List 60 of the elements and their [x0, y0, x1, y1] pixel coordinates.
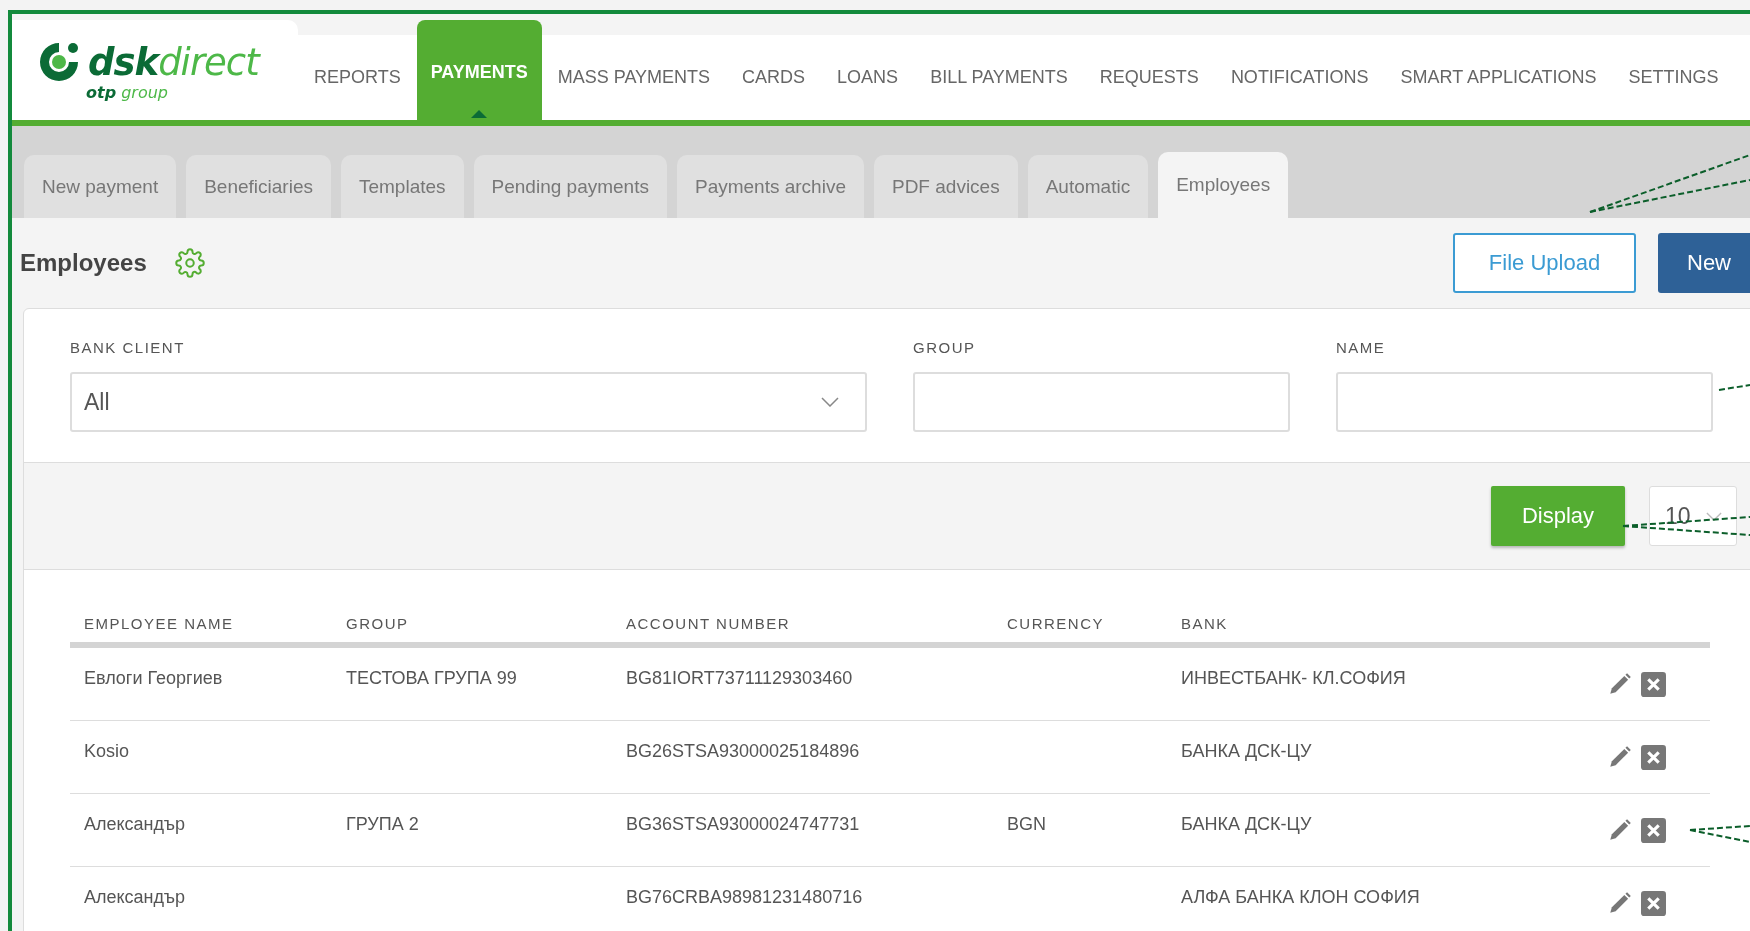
nav-item[interactable]: REQUESTS — [1083, 35, 1215, 120]
nav-item[interactable]: NOTIFICATIONS — [1214, 35, 1385, 120]
pencil-icon[interactable] — [1607, 671, 1633, 697]
leader-line — [1718, 384, 1750, 391]
select-field[interactable]: All — [70, 372, 867, 432]
tab[interactable]: Employees — [1158, 152, 1289, 218]
delete-icon[interactable] — [1641, 671, 1666, 697]
column-header: GROUP — [345, 614, 410, 632]
table-cell-text: BG36STSA93000024747731 — [625, 813, 861, 835]
nav-item[interactable]: LOANS — [821, 35, 915, 120]
column-header: EMPLOYEE NAME — [83, 614, 235, 632]
tab[interactable]: Pending payments — [473, 155, 667, 218]
nav-item[interactable]: MASS PAYMENTS — [541, 35, 727, 120]
page-title: Employees — [20, 249, 147, 277]
field-label: BANK CLIENT — [70, 339, 186, 356]
pencil-icon[interactable] — [1607, 744, 1633, 770]
nav-item[interactable]: CARDS — [726, 35, 822, 120]
delete-icon[interactable] — [1641, 744, 1666, 770]
input-field[interactable] — [913, 372, 1290, 432]
nav-item[interactable]: BILL PAYMENTS — [914, 35, 1084, 120]
column-header: ACCOUNT NUMBER — [625, 614, 792, 632]
table-cell-text: BG26STSA93000025184896 — [625, 740, 861, 762]
pencil-icon[interactable] — [1607, 817, 1633, 843]
chevron-icon — [1706, 511, 1722, 521]
table-cell-text: BGN — [1006, 813, 1047, 835]
nav-item[interactable]: SETTINGS — [1612, 35, 1735, 120]
table-cell-text: Александър — [83, 886, 186, 908]
upload-button[interactable]: File Upload — [1453, 233, 1636, 293]
field-label: GROUP — [913, 339, 977, 356]
table-cell-text: ГРУПА 2 — [345, 813, 420, 835]
tab[interactable]: Automatic — [1027, 155, 1149, 218]
leader-line — [1689, 825, 1750, 843]
delete-icon[interactable] — [1641, 817, 1666, 843]
field-label: NAME — [1336, 339, 1387, 356]
table-cell-text: ИНВЕСТБАНК- КЛ.СОФИЯ — [1180, 667, 1407, 689]
nav-item[interactable]: REPORTS — [298, 35, 417, 120]
caret-icon — [471, 110, 488, 118]
column-header: CURRENCY — [1006, 614, 1105, 632]
settings-icon[interactable] — [174, 248, 205, 278]
delete-icon[interactable] — [1641, 890, 1666, 916]
new-button[interactable]: New — [1658, 233, 1750, 293]
tab[interactable]: New payment — [24, 155, 177, 218]
table-cell-text: БАНКА ДСК-ЦУ — [1180, 740, 1313, 762]
input-field[interactable] — [1336, 372, 1713, 432]
table-cell-text: ТЕСТОВА ГРУПА 99 — [345, 667, 518, 689]
tab[interactable]: Payments archive — [676, 155, 864, 218]
pencil-icon[interactable] — [1607, 890, 1633, 916]
tab[interactable]: Beneficiaries — [186, 155, 331, 218]
table-cell-text: Александър — [83, 813, 186, 835]
table-cell-text: Евлоги Георгиев — [83, 667, 224, 689]
table-cell-text: БАНКА ДСК-ЦУ — [1180, 813, 1313, 835]
table-cell-text: BG76CRBA98981231480716 — [625, 886, 864, 908]
nav-item[interactable]: SMART APPLICATIONS — [1384, 35, 1613, 120]
tab[interactable]: PDF advices — [873, 155, 1018, 218]
table-cell-text: АЛФА БАНКА КЛОН СОФИЯ — [1180, 886, 1421, 908]
chevron-icon — [821, 397, 839, 407]
table-cell-text: Kosio — [83, 740, 131, 762]
table-cell-text: BG81IORT73711129303460 — [625, 667, 854, 689]
column-header: BANK — [1180, 614, 1229, 632]
tab[interactable]: Templates — [340, 155, 464, 218]
